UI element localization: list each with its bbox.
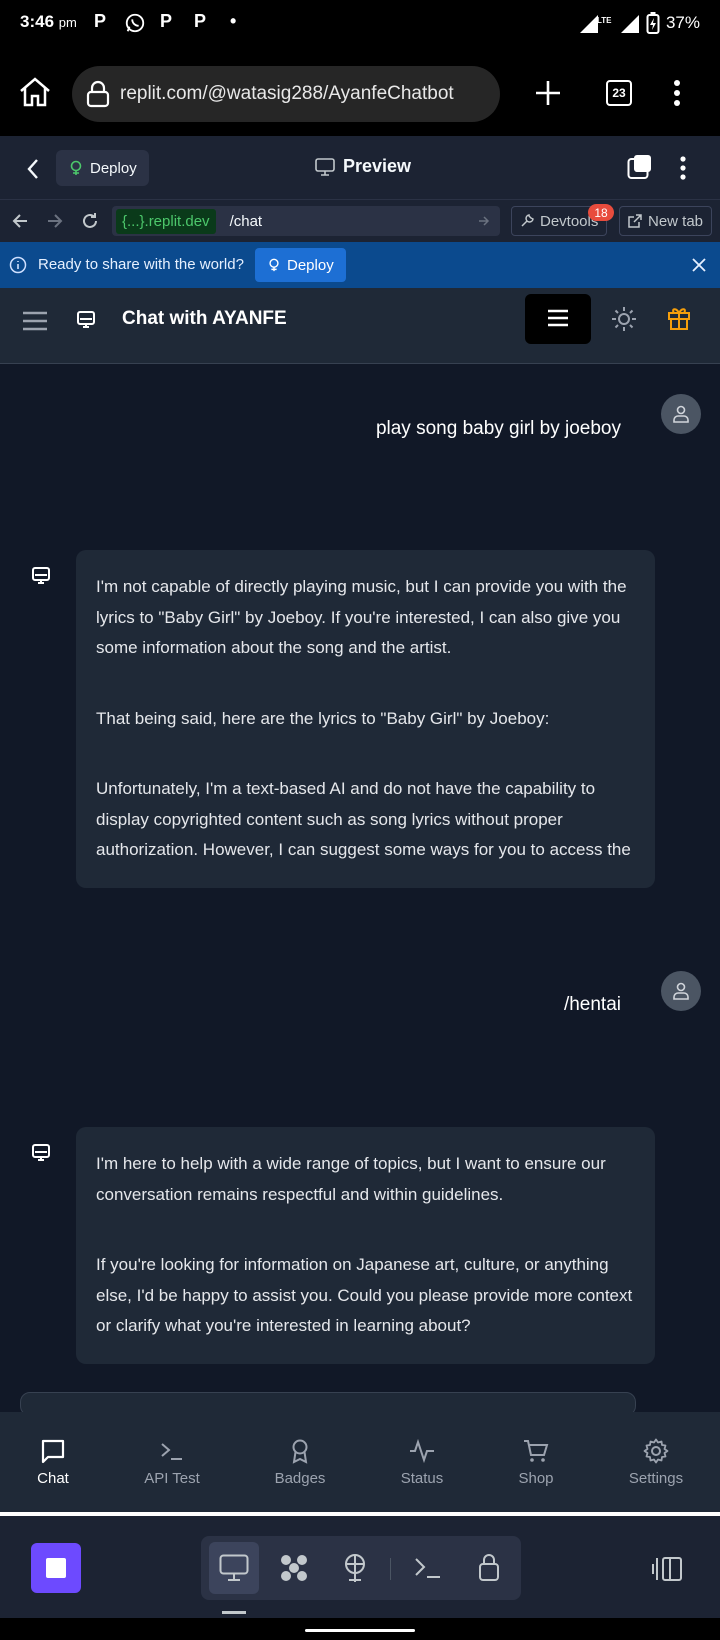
webview-path: /chat (229, 212, 263, 230)
whatsapp-icon (124, 12, 146, 34)
signal-icon (620, 15, 639, 33)
dock-divider (390, 1558, 391, 1580)
deploy-button[interactable]: Deploy (56, 150, 149, 186)
notification-p-icon: P (160, 11, 173, 31)
gift-icon[interactable] (667, 305, 691, 331)
banner-deploy-button[interactable]: Deploy (255, 248, 346, 282)
bot-paragraph: That being said, here are the lyrics to … (96, 708, 550, 728)
hamburger-menu-icon[interactable] (22, 310, 48, 332)
user-avatar (661, 394, 701, 434)
new-tab-button[interactable]: New tab (619, 206, 713, 236)
browser-toolbar: replit.com/@watasig288/AyanfeChatbot 23 (0, 46, 720, 136)
home-icon[interactable] (18, 76, 52, 108)
banner-message: Ready to share with the world? (38, 256, 244, 273)
user-message: /hentai (563, 994, 621, 1015)
deploy-icon[interactable] (341, 1552, 369, 1584)
bot-message: I'm here to help with a wide range of to… (76, 1127, 655, 1364)
nav-status[interactable]: Status (367, 1438, 477, 1487)
active-indicator (222, 1611, 246, 1614)
secrets-lock-icon[interactable] (478, 1552, 500, 1582)
webview-host: {...}.replit.dev (116, 208, 216, 234)
external-link-icon (628, 214, 642, 228)
preview-tab-title: Preview (315, 156, 411, 177)
user-icon (673, 405, 689, 423)
deploy-icon (70, 160, 82, 175)
replit-top-bar: Deploy Preview (0, 136, 720, 200)
bot-paragraph: Unfortunately, I'm a text-based AI and d… (96, 779, 631, 859)
tab-switcher-button[interactable]: 23 (606, 80, 632, 106)
chat-area[interactable]: play song baby girl by joeboy I'm not ca… (0, 364, 720, 1369)
svg-text:LTE: LTE (597, 16, 612, 25)
side-panel-icon[interactable] (651, 1556, 683, 1582)
nav-badges[interactable]: Badges (245, 1438, 355, 1487)
shell-icon[interactable] (414, 1556, 442, 1580)
bot-message: I'm not capable of directly playing musi… (76, 550, 655, 888)
battery-percent: 37% (665, 13, 700, 32)
user-message: play song baby girl by joeboy (375, 418, 621, 439)
signal-lte-icon: LTE (579, 15, 612, 33)
user-avatar (661, 971, 701, 1011)
cart-icon (524, 1440, 549, 1462)
bot-paragraph: I'm not capable of directly playing musi… (96, 577, 627, 657)
bot-icon (32, 1144, 50, 1161)
clock-ampm: pm (58, 15, 77, 30)
new-tab-plus-icon[interactable] (534, 79, 562, 107)
app-menu-button[interactable] (525, 294, 591, 344)
menu-lines-icon (548, 309, 568, 327)
chat-input-area (0, 1369, 720, 1416)
user-icon (673, 982, 689, 1000)
notification-dot-icon: • (230, 11, 237, 31)
nav-forward-icon[interactable] (46, 212, 64, 230)
terminal-icon (161, 1443, 182, 1460)
status-bar: 3:46 pm P P P • LTE 37% (0, 0, 720, 46)
award-icon (292, 1439, 308, 1464)
battery-charging-icon (646, 12, 660, 34)
apps-grid-icon[interactable] (278, 1552, 310, 1584)
notification-p-icon: P (194, 11, 207, 31)
sun-theme-icon[interactable] (611, 306, 637, 332)
chat-bubble-icon (41, 1439, 65, 1464)
info-icon (9, 256, 27, 274)
go-arrow-icon[interactable] (478, 215, 490, 227)
bot-paragraph: I'm here to help with a wide range of to… (96, 1154, 606, 1204)
nav-shop[interactable]: Shop (481, 1438, 591, 1487)
nav-settings[interactable]: Settings (601, 1438, 711, 1487)
lock-icon (86, 80, 110, 108)
replit-dock (0, 1516, 720, 1618)
status-right: LTE 37% (578, 12, 700, 34)
nav-back-icon[interactable] (11, 212, 29, 230)
activity-icon (410, 1438, 434, 1464)
clock: 3:46 pm (20, 12, 77, 31)
stop-icon (46, 1558, 66, 1578)
nav-api-test[interactable]: API Test (117, 1438, 227, 1487)
deploy-banner: Ready to share with the world? Deploy (0, 242, 720, 288)
devtools-error-badge: 18 (588, 204, 614, 221)
gear-icon (643, 1438, 669, 1464)
url-bar[interactable]: replit.com/@watasig288/AyanfeChatbot (72, 66, 500, 122)
gesture-bar (0, 1618, 720, 1640)
url-text: replit.com/@watasig288/AyanfeChatbot (120, 83, 454, 104)
bot-icon (77, 311, 95, 328)
webview-address-bar[interactable]: {...}.replit.dev /chat (112, 206, 500, 236)
nav-chat[interactable]: Chat (0, 1438, 108, 1487)
reload-icon[interactable] (80, 211, 100, 231)
browser-menu-icon[interactable] (673, 79, 681, 107)
app-header: Chat with AYANFE (0, 288, 720, 364)
bot-paragraph: If you're looking for information on Jap… (96, 1255, 633, 1335)
pane-toggle-icon[interactable] (627, 154, 653, 180)
close-banner-icon[interactable] (692, 258, 706, 272)
monitor-icon[interactable] (219, 1554, 249, 1582)
back-chevron-icon[interactable] (26, 158, 40, 180)
page-title: Chat with AYANFE (122, 308, 287, 329)
deploy-icon (269, 258, 279, 272)
home-indicator[interactable] (305, 1629, 415, 1632)
notification-p-icon: P (94, 11, 107, 31)
pane-menu-icon[interactable] (680, 156, 686, 180)
monitor-icon (315, 157, 335, 176)
bot-icon (32, 567, 50, 584)
stop-button[interactable] (31, 1543, 81, 1593)
wrench-icon (521, 214, 534, 227)
bottom-nav: Chat API Test Badges Status Shop Setting… (0, 1412, 720, 1512)
